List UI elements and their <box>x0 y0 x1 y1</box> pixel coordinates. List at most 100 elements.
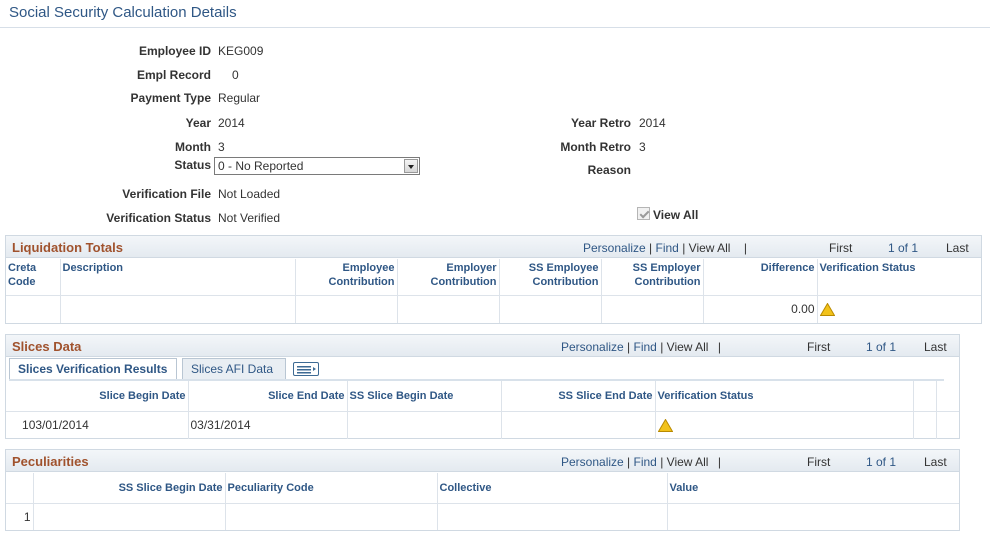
verification-status-value: Not Verified <box>218 211 281 225</box>
column-header[interactable]: Value <box>667 473 959 503</box>
last-link[interactable]: Last <box>924 455 947 469</box>
tab-slices-afi-data[interactable]: Slices AFI Data <box>182 358 286 380</box>
status-label: Status <box>174 158 211 172</box>
column-header[interactable]: Creta Code <box>6 259 61 295</box>
separator: | <box>649 241 653 255</box>
table-cell <box>347 411 502 439</box>
difference-cell: 0.00 <box>703 295 818 323</box>
first-link[interactable]: First <box>807 340 830 354</box>
verification-file-label: Verification File <box>122 187 211 201</box>
table-cell <box>936 411 959 439</box>
grid-header: Slices Data Personalize | Find | View Al… <box>6 335 959 357</box>
payment-type-value: Regular <box>218 91 261 105</box>
last-link[interactable]: Last <box>946 241 969 255</box>
first-link[interactable]: First <box>829 241 852 255</box>
employee-id-label: Employee ID <box>138 44 211 58</box>
verification-status-cell <box>817 295 981 323</box>
column-header[interactable]: Employer Contribution <box>397 259 500 295</box>
month-retro-value: 3 <box>639 140 646 154</box>
row-range: 1 of 1 <box>888 241 919 255</box>
grid-header: Liquidation Totals Personalize | Find | … <box>6 236 981 258</box>
table-row: 0.00 <box>6 295 981 323</box>
grid-navigation: Personalize | Find | View All | <box>583 241 747 255</box>
separator: | <box>743 241 747 255</box>
column-header[interactable]: SS Slice End Date <box>501 381 656 411</box>
column-header[interactable]: Employee Contribution <box>295 259 398 295</box>
verification-status-cell <box>655 411 914 439</box>
status-dropdown[interactable]: 0 - No Reported <box>214 157 420 175</box>
column-header[interactable]: Description <box>60 259 296 295</box>
year-label: Year <box>185 116 211 130</box>
tab-slices-verification-results[interactable]: Slices Verification Results <box>9 358 177 380</box>
separator: | <box>717 455 721 469</box>
personalize-link[interactable]: Personalize <box>561 455 624 469</box>
column-header[interactable]: Verification Status <box>817 259 981 295</box>
column-header[interactable]: Collective <box>437 473 668 503</box>
view-all-link[interactable]: View All <box>689 241 731 255</box>
table-cell <box>60 295 296 323</box>
table-header-row: SS Slice Begin Date Peculiarity Code Col… <box>6 473 959 503</box>
view-all-checkbox[interactable] <box>637 207 650 220</box>
view-all-label: View All <box>653 208 699 222</box>
liquidation-table: Creta Code Description Employee Contribu… <box>6 259 981 323</box>
first-link[interactable]: First <box>807 455 830 469</box>
table-cell: 103/01/2014 <box>6 411 189 439</box>
separator: | <box>682 241 686 255</box>
slice-begin-date: 03/01/2014 <box>28 418 89 433</box>
verification-file-value: Not Loaded <box>218 187 281 201</box>
chevron-down-icon[interactable] <box>404 159 418 173</box>
peculiarities-grid: Peculiarities Personalize | Find | View … <box>5 449 960 531</box>
column-header[interactable]: SS Employee Contribution <box>499 259 602 295</box>
column-header[interactable]: Slice Begin Date <box>6 381 189 411</box>
empl-record-label: Empl Record <box>136 68 211 82</box>
row-range: 1 of 1 <box>866 455 897 469</box>
table-cell <box>397 295 500 323</box>
personalize-link[interactable]: Personalize <box>583 241 646 255</box>
month-label: Month <box>175 140 211 154</box>
personalize-link[interactable]: Personalize <box>561 340 624 354</box>
column-header[interactable]: SS Employer Contribution <box>601 259 704 295</box>
grid-title: Liquidation Totals <box>12 240 123 255</box>
peculiarities-table: SS Slice Begin Date Peculiarity Code Col… <box>6 473 959 530</box>
separator: | <box>627 455 631 469</box>
grid-title: Peculiarities <box>12 454 89 469</box>
column-header <box>936 381 959 411</box>
column-header[interactable]: Difference <box>703 259 818 295</box>
table-cell <box>33 503 226 530</box>
column-header[interactable]: SS Slice Begin Date <box>347 381 502 411</box>
column-header[interactable]: Verification Status <box>655 381 914 411</box>
column-header <box>6 473 34 503</box>
find-link[interactable]: Find <box>634 455 657 469</box>
slices-data-grid: Slices Data Personalize | Find | View Al… <box>5 334 960 439</box>
find-link[interactable]: Find <box>634 340 657 354</box>
column-header[interactable]: Peculiarity Code <box>225 473 438 503</box>
table-cell <box>501 411 656 439</box>
view-all-link[interactable]: View All <box>667 340 709 354</box>
year-value: 2014 <box>218 116 245 130</box>
table-cell <box>225 503 438 530</box>
grid-navigation: Personalize | Find | View All | <box>561 455 721 469</box>
table-row: 1 <box>6 503 959 530</box>
show-all-tabs-icon[interactable] <box>293 362 319 376</box>
find-link[interactable]: Find <box>656 241 679 255</box>
year-retro-label: Year Retro <box>570 116 631 130</box>
slice-end-date: 03/31/2014 <box>188 411 348 439</box>
grid-header: Peculiarities Personalize | Find | View … <box>6 450 959 472</box>
table-cell <box>437 503 668 530</box>
separator: | <box>660 340 664 354</box>
view-all-link[interactable]: View All <box>667 455 709 469</box>
payment-type-label: Payment Type <box>130 91 211 105</box>
row-range: 1 of 1 <box>866 340 897 354</box>
verification-status-label: Verification Status <box>106 211 211 225</box>
month-value: 3 <box>218 140 225 154</box>
separator: | <box>717 340 721 354</box>
row-number: 1 <box>6 503 34 530</box>
employee-id-value: KEG009 <box>218 44 264 58</box>
last-link[interactable]: Last <box>924 340 947 354</box>
grid-title: Slices Data <box>12 339 82 354</box>
table-cell <box>667 503 959 530</box>
liquidation-totals-grid: Liquidation Totals Personalize | Find | … <box>5 235 982 324</box>
grid-navigation: Personalize | Find | View All | <box>561 340 721 354</box>
column-header[interactable]: Slice End Date <box>188 381 348 411</box>
column-header[interactable]: SS Slice Begin Date <box>33 473 226 503</box>
